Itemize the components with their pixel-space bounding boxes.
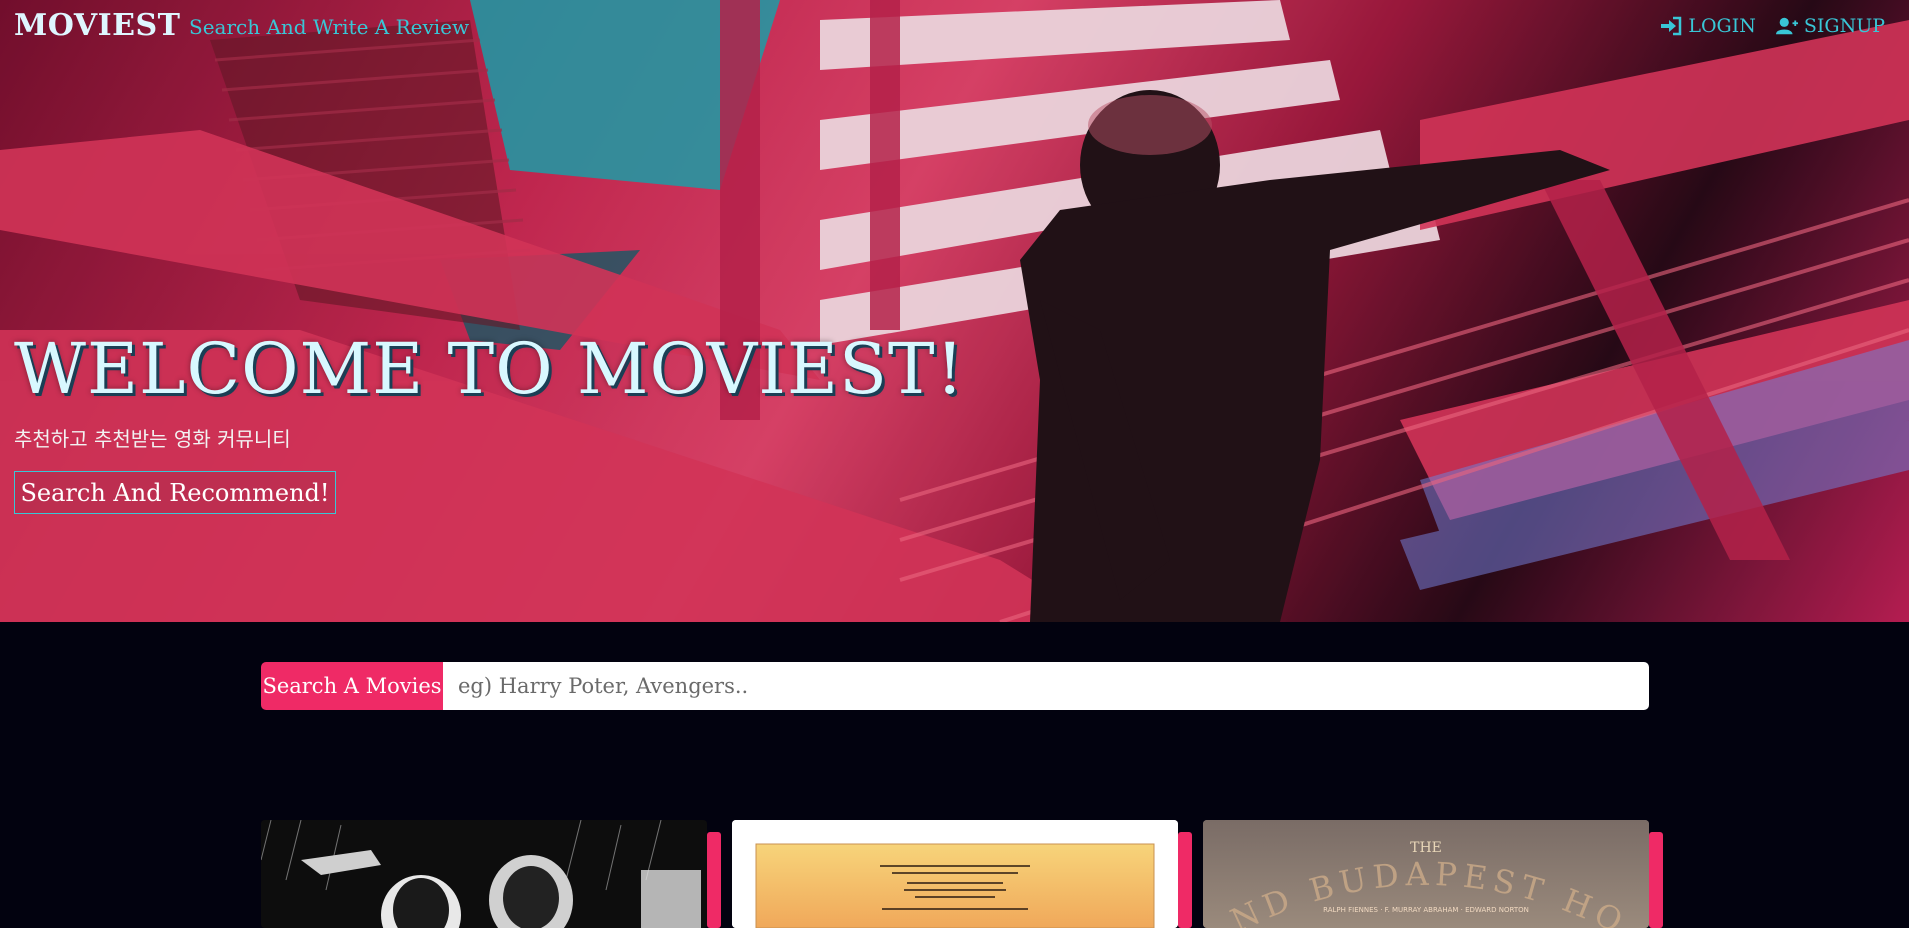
- search-label: Search A Movies: [261, 662, 443, 710]
- movie-card[interactable]: [732, 820, 1178, 928]
- movie-search-bar: Search A Movies: [261, 662, 1649, 710]
- signup-label: SIGNUP: [1803, 15, 1885, 37]
- hero-banner: MOVIEST Search And Write A Review LOGIN …: [0, 0, 1909, 622]
- movie-card[interactable]: [261, 820, 707, 928]
- hero-background-image: [0, 0, 1909, 622]
- search-and-recommend-button[interactable]: Search And Recommend!: [14, 471, 336, 514]
- last-emperor-poster: [732, 820, 1178, 928]
- sin-city-poster: [261, 820, 707, 928]
- signup-link[interactable]: SIGNUP: [1775, 15, 1885, 37]
- login-link[interactable]: LOGIN: [1660, 15, 1756, 37]
- user-plus-icon: [1775, 17, 1798, 35]
- nav-link-search-review[interactable]: Search And Write A Review: [189, 15, 469, 39]
- poster-title-small: THE: [1410, 840, 1442, 856]
- nav-auth-links: LOGIN SIGNUP: [1660, 15, 1885, 37]
- card-accent-bar: [1178, 832, 1192, 928]
- movie-card[interactable]: THE GRAND BUDAPEST HOTEL RALPH FIENNES ·…: [1203, 820, 1649, 928]
- login-label: LOGIN: [1688, 15, 1756, 37]
- brand-logo[interactable]: MOVIEST: [14, 8, 180, 43]
- search-input[interactable]: [443, 662, 1649, 710]
- card-accent-bar: [707, 832, 721, 928]
- sign-in-icon: [1661, 16, 1682, 36]
- grand-budapest-hotel-poster: THE GRAND BUDAPEST HOTEL RALPH FIENNES ·…: [1203, 820, 1649, 928]
- hero-title: WELCOME TO MOVIEST!: [14, 328, 965, 410]
- hero-subtitle: 추천하고 추천받는 영화 커뮤니티: [14, 427, 291, 451]
- poster-cast: RALPH FIENNES · F. MURRAY ABRAHAM · EDWA…: [1323, 906, 1529, 914]
- card-accent-bar: [1649, 832, 1663, 928]
- navbar: MOVIEST Search And Write A Review LOGIN …: [0, 0, 1909, 54]
